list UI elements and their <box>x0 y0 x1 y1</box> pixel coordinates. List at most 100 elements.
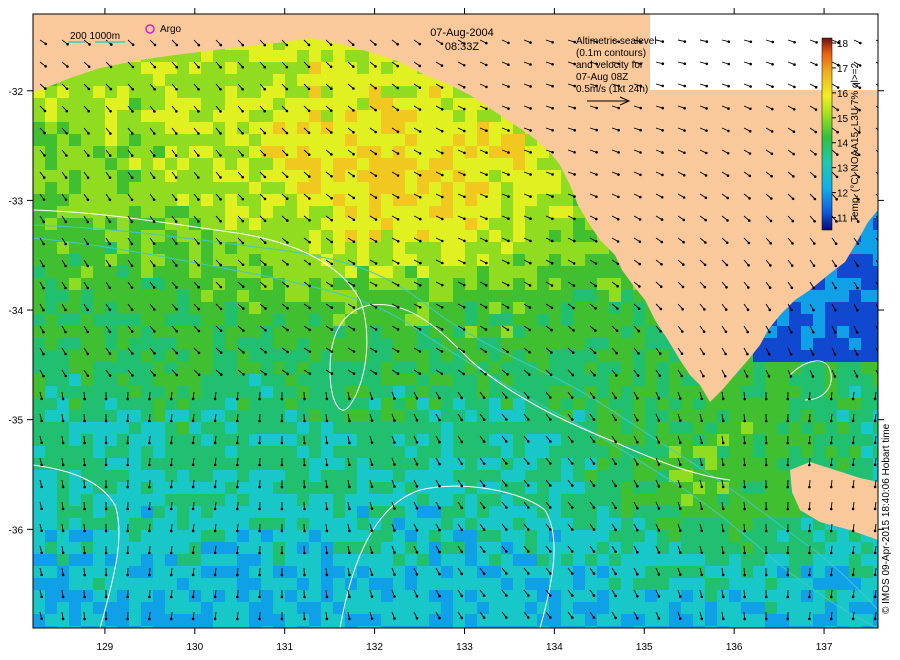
velocity-arrowhead <box>683 62 687 65</box>
sst-cell <box>777 374 789 386</box>
sst-cell <box>597 410 609 422</box>
velocity-arrowhead <box>108 176 112 179</box>
sst-cell <box>525 374 537 386</box>
sst-cell <box>393 434 405 446</box>
sst-cell <box>105 98 117 110</box>
velocity-arrowhead <box>191 397 195 401</box>
sst-cell <box>57 182 69 194</box>
velocity-arrowhead <box>811 353 815 356</box>
velocity-arrowhead <box>88 43 91 46</box>
velocity-arrowhead <box>771 107 774 111</box>
sst-cell <box>249 122 261 134</box>
sst-cell <box>441 434 453 446</box>
velocity-arrowhead <box>131 132 134 135</box>
sst-cell <box>45 134 57 146</box>
velocity-arrowhead <box>330 306 334 310</box>
sst-cell <box>369 470 381 482</box>
sst-cell <box>573 602 585 614</box>
sst-cell <box>429 518 441 530</box>
sst-cell <box>477 170 489 182</box>
sst-cell <box>333 206 345 218</box>
velocity-arrowhead <box>87 154 90 157</box>
sst-cell <box>57 170 69 182</box>
sst-cell <box>345 422 357 434</box>
sst-cell <box>273 542 285 554</box>
sst-cell <box>141 122 153 134</box>
sst-cell <box>465 194 477 206</box>
sst-cell <box>765 446 777 458</box>
velocity-arrowhead <box>462 372 466 376</box>
sst-cell <box>765 602 777 614</box>
sst-cell <box>153 386 165 398</box>
sst-cell <box>261 62 273 74</box>
sst-cell <box>837 314 849 326</box>
sst-cell <box>681 554 693 566</box>
sst-cell <box>405 554 417 566</box>
sst-cell <box>45 374 57 386</box>
sst-cell <box>801 374 813 386</box>
sst-cell <box>57 302 69 314</box>
velocity-arrowhead <box>880 154 883 157</box>
velocity-arrowhead <box>595 195 598 198</box>
sst-cell <box>489 326 501 338</box>
sst-cell <box>129 206 141 218</box>
velocity-arrowhead <box>789 353 793 356</box>
sst-cell <box>417 266 429 278</box>
sst-cell <box>33 530 45 542</box>
velocity-arrowhead <box>440 350 444 353</box>
sst-cell <box>465 422 477 434</box>
sst-cell <box>357 518 369 530</box>
sst-cell <box>861 602 873 614</box>
sst-cell <box>453 158 465 170</box>
sst-cell <box>537 530 549 542</box>
sst-cell <box>861 422 873 434</box>
sst-cell <box>633 518 645 530</box>
sst-cell <box>501 170 513 182</box>
velocity-arrowhead <box>637 329 641 333</box>
sst-cell <box>213 62 225 74</box>
sst-cell <box>549 554 561 566</box>
sst-cell <box>597 302 609 314</box>
sst-cell <box>213 74 225 86</box>
sst-cell <box>657 518 669 530</box>
sst-cell <box>237 98 249 110</box>
velocity-arrowhead <box>64 242 67 246</box>
sst-cell <box>93 254 105 266</box>
sst-cell <box>861 386 873 398</box>
velocity-arrowhead <box>308 197 311 200</box>
velocity-arrowhead <box>462 85 466 89</box>
sst-cell <box>441 362 453 374</box>
sst-cell <box>465 338 477 350</box>
sst-cell <box>429 566 441 578</box>
sst-cell <box>225 134 237 146</box>
velocity-arrowhead <box>507 261 510 265</box>
sst-cell <box>861 590 873 602</box>
sst-cell <box>129 314 141 326</box>
velocity-arrowhead <box>727 107 730 110</box>
velocity-arrowhead <box>529 261 532 265</box>
velocity-arrowhead <box>64 198 68 202</box>
sst-cell <box>141 254 153 266</box>
sst-cell <box>333 494 345 506</box>
velocity-arrowhead <box>705 151 708 155</box>
sst-cell <box>285 410 297 422</box>
sst-cell <box>249 602 261 614</box>
velocity-arrowhead <box>418 372 422 376</box>
sst-cell <box>297 494 309 506</box>
velocity-arrowhead <box>680 352 684 356</box>
sst-cell <box>273 290 285 302</box>
sst-cell <box>429 530 441 542</box>
sst-cell <box>753 350 765 362</box>
velocity-arrowhead <box>749 85 752 88</box>
sst-cell <box>189 410 201 422</box>
sst-cell <box>609 362 621 374</box>
sst-cell <box>153 362 165 374</box>
sst-cell <box>189 362 201 374</box>
sst-cell <box>441 530 453 542</box>
sst-cell <box>597 314 609 326</box>
sst-cell <box>489 146 501 158</box>
velocity-arrowhead <box>264 307 267 310</box>
sst-cell <box>129 134 141 146</box>
sst-cell <box>105 470 117 482</box>
sst-cell <box>333 614 345 626</box>
